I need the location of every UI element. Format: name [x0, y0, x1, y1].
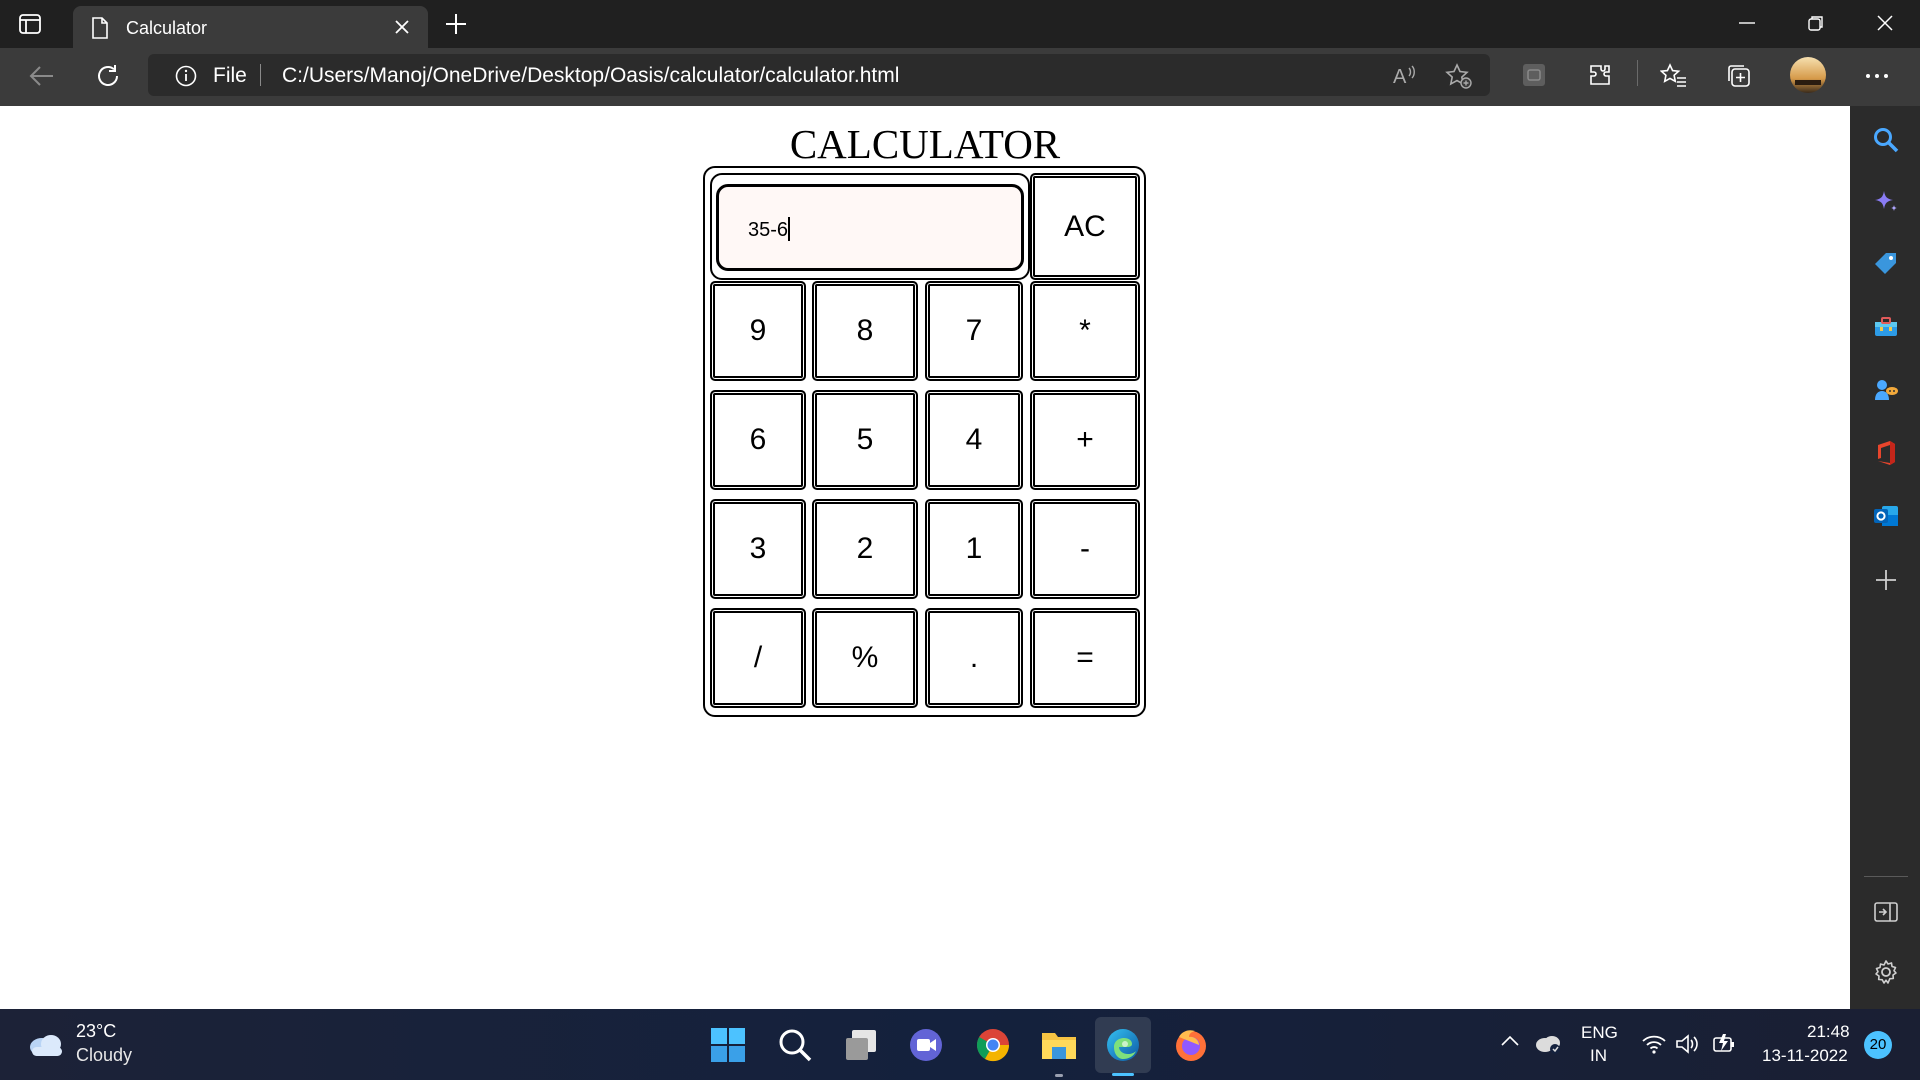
search-taskbar-icon[interactable]	[777, 1027, 813, 1068]
address-scheme: File	[213, 64, 247, 87]
restore-icon[interactable]	[1807, 14, 1825, 37]
key-divide[interactable]: /	[710, 608, 806, 708]
search-icon[interactable]	[1872, 126, 1900, 159]
edge-active-indicator	[1112, 1073, 1134, 1076]
address-divider	[260, 64, 261, 86]
key-2[interactable]: 2	[812, 499, 918, 599]
display-frame: 35-6	[710, 173, 1030, 280]
explorer-running-indicator	[1055, 1074, 1063, 1077]
svg-text:A: A	[1393, 66, 1407, 88]
browser-toolbar: File C:/Users/Manoj/OneDrive/Desktop/Oas…	[0, 48, 1920, 106]
games-icon[interactable]	[1872, 376, 1900, 409]
key-6[interactable]: 6	[710, 390, 806, 490]
calculator: 35-6 AC 9 8 7 * 6 5 4 + 3 2 1 - / % . =	[703, 166, 1146, 717]
add-sidebar-app-icon[interactable]	[1872, 566, 1900, 599]
outlook-icon[interactable]	[1872, 502, 1900, 535]
tab-title: Calculator	[126, 18, 208, 38]
key-percent[interactable]: %	[812, 608, 918, 708]
key-plus[interactable]: +	[1030, 390, 1140, 490]
tab-actions-icon[interactable]	[18, 12, 52, 36]
tab-calculator[interactable]: Calculator	[73, 6, 428, 48]
cloudy-weather-icon[interactable]	[26, 1029, 66, 1064]
shopping-tag-icon[interactable]	[1872, 250, 1900, 283]
sidebar-settings-gear-icon[interactable]	[1872, 958, 1900, 991]
page-title: CALCULATOR	[789, 121, 1061, 167]
display-value: 35-6	[748, 219, 789, 241]
new-tab-icon[interactable]	[444, 12, 468, 41]
add-favorite-icon[interactable]	[1445, 62, 1473, 95]
favorites-icon[interactable]	[1659, 62, 1688, 95]
key-7[interactable]: 7	[925, 281, 1023, 381]
text-caret	[788, 217, 791, 241]
edge-icon[interactable]	[1105, 1027, 1141, 1068]
weather-temperature[interactable]: 23°C	[76, 1021, 116, 1042]
collections-icon[interactable]	[1725, 62, 1753, 95]
tab-strip: Calculator	[0, 0, 1920, 48]
clock-time[interactable]: 21:48	[1807, 1022, 1850, 1042]
back-icon[interactable]	[28, 62, 56, 95]
page-icon	[91, 17, 109, 44]
sidebar-divider	[1864, 876, 1908, 877]
calculator-display[interactable]: 35-6	[716, 184, 1024, 271]
wifi-icon[interactable]	[1641, 1033, 1667, 1060]
notification-count-badge[interactable]: 20	[1864, 1031, 1892, 1059]
close-window-icon[interactable]	[1876, 14, 1894, 37]
key-minus[interactable]: -	[1030, 499, 1140, 599]
profile-avatar[interactable]	[1789, 56, 1827, 99]
language-indicator-line2[interactable]: IN	[1590, 1046, 1607, 1066]
start-windows-icon[interactable]	[710, 1027, 746, 1068]
refresh-icon[interactable]	[94, 62, 122, 95]
key-3[interactable]: 3	[710, 499, 806, 599]
key-9[interactable]: 9	[710, 281, 806, 381]
key-5[interactable]: 5	[812, 390, 918, 490]
wallet-icon[interactable]	[1521, 62, 1547, 93]
minimize-icon[interactable]	[1738, 14, 1756, 37]
info-icon[interactable]	[175, 65, 197, 92]
tools-briefcase-icon[interactable]	[1872, 313, 1900, 346]
file-explorer-icon[interactable]	[1040, 1027, 1078, 1068]
toolbar-divider	[1637, 60, 1638, 86]
read-aloud-icon[interactable]: A	[1391, 62, 1417, 93]
onedrive-cloud-icon[interactable]	[1533, 1031, 1563, 1060]
address-bar[interactable]: File C:/Users/Manoj/OneDrive/Desktop/Oas…	[148, 54, 1490, 96]
page-content: CALCULATOR 35-6 AC 9 8 7 * 6 5 4 + 3 2 1…	[0, 106, 1850, 1009]
weather-description[interactable]: Cloudy	[76, 1045, 132, 1066]
battery-charging-icon[interactable]	[1711, 1031, 1737, 1062]
taskbar: 23°C Cloudy ENG IN 21:48 13-11-2022 20	[0, 1009, 1920, 1080]
language-indicator-line1[interactable]: ENG	[1581, 1023, 1618, 1043]
clock-date[interactable]: 13-11-2022	[1762, 1046, 1848, 1066]
extensions-icon[interactable]	[1587, 62, 1613, 93]
firefox-icon[interactable]	[1173, 1027, 1209, 1068]
task-view-icon[interactable]	[843, 1027, 879, 1068]
show-hidden-icons-chevron-icon[interactable]	[1500, 1033, 1520, 1054]
key-4[interactable]: 4	[925, 390, 1023, 490]
discover-sparkle-icon[interactable]	[1872, 188, 1900, 221]
edge-sidebar	[1850, 106, 1920, 1009]
office-icon[interactable]	[1872, 439, 1900, 472]
key-multiply[interactable]: *	[1030, 281, 1140, 381]
clear-button[interactable]: AC	[1030, 173, 1140, 280]
teams-chat-icon[interactable]	[908, 1027, 944, 1068]
chrome-icon[interactable]	[975, 1027, 1011, 1068]
key-equals[interactable]: =	[1030, 608, 1140, 708]
address-url[interactable]: C:/Users/Manoj/OneDrive/Desktop/Oasis/ca…	[282, 64, 899, 88]
key-8[interactable]: 8	[812, 281, 918, 381]
more-options-icon[interactable]	[1863, 62, 1891, 95]
hide-sidebar-icon[interactable]	[1872, 898, 1900, 931]
volume-icon[interactable]	[1675, 1033, 1701, 1060]
key-decimal[interactable]: .	[925, 608, 1023, 708]
close-tab-icon[interactable]	[393, 18, 411, 41]
key-1[interactable]: 1	[925, 499, 1023, 599]
